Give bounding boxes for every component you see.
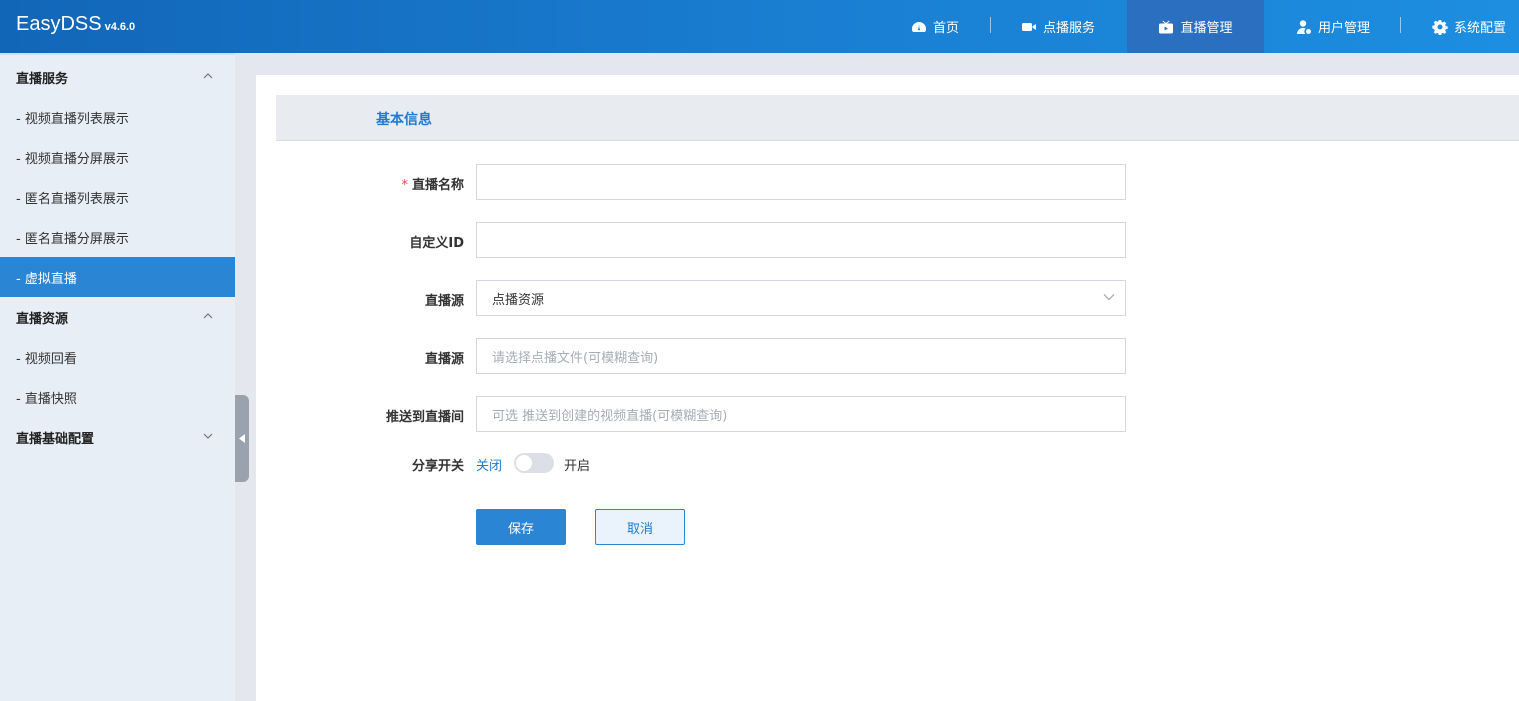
- vod-file-input[interactable]: 请选择点播文件(可模糊查询): [476, 338, 1126, 374]
- chevron-up-icon: [203, 73, 213, 79]
- toggle-knob: [516, 455, 532, 471]
- sidebar-item-label: - 视频直播分屏展示: [16, 151, 129, 167]
- sidebar-item-label: - 虚拟直播: [16, 271, 77, 287]
- sidebar-item-label: - 视频回看: [16, 351, 77, 367]
- brand-name: EasyDSS: [16, 13, 102, 35]
- share-toggle[interactable]: [514, 453, 554, 473]
- sidebar-item-label: - 视频直播列表展示: [16, 111, 129, 127]
- sidebar: 直播服务 - 视频直播列表展示 - 视频直播分屏展示 - 匿名直播列表展示 - …: [0, 53, 235, 701]
- user-settings-icon: [1296, 19, 1311, 34]
- sidebar-item-video-live-list[interactable]: - 视频直播列表展示: [0, 97, 235, 137]
- nav-home[interactable]: 首页: [905, 0, 965, 53]
- live-name-label: * 直播名称: [401, 174, 464, 193]
- sidebar-item-label: - 匿名直播列表展示: [16, 191, 129, 207]
- custom-id-label: 自定义ID: [409, 236, 464, 251]
- section-title: 基本信息: [376, 112, 432, 128]
- sidebar-group-live-resources[interactable]: 直播资源: [0, 297, 235, 337]
- top-header: EasyDSS v4.6.0 首页 点播服务 直播管理 用户管理 系统配置: [0, 0, 1519, 53]
- share-switch-label: 分享开关: [411, 459, 464, 474]
- nav-vod-service[interactable]: 点播服务: [1010, 0, 1106, 53]
- sidebar-group-live-base-config[interactable]: 直播基础配置: [0, 417, 235, 457]
- required-mark: *: [401, 178, 408, 193]
- vod-file-label: 直播源: [424, 352, 464, 367]
- nav-system-label: 系统配置: [1453, 21, 1506, 36]
- chevron-down-icon: [1103, 294, 1115, 301]
- sidebar-group-label: 直播服务: [16, 71, 69, 87]
- nav-live-label: 直播管理: [1180, 21, 1233, 36]
- caret-left-icon: [238, 434, 245, 443]
- sidebar-collapse-handle[interactable]: [235, 395, 249, 482]
- nav-user-management[interactable]: 用户管理: [1289, 0, 1377, 53]
- dashboard-icon: [911, 21, 926, 32]
- save-button[interactable]: 保存: [476, 509, 566, 545]
- custom-id-input[interactable]: [476, 222, 1126, 258]
- sidebar-item-video-playback[interactable]: - 视频回看: [0, 337, 235, 377]
- sidebar-group-label: 直播资源: [16, 311, 69, 327]
- live-source-select[interactable]: 点播资源: [476, 280, 1126, 316]
- sidebar-item-anon-live-list[interactable]: - 匿名直播列表展示: [0, 177, 235, 217]
- live-tv-icon: [1159, 20, 1174, 33]
- cancel-button[interactable]: 取消: [595, 509, 685, 545]
- version-label: v4.6.0: [104, 21, 136, 33]
- live-name-input[interactable]: [476, 164, 1126, 200]
- sidebar-item-video-live-split[interactable]: - 视频直播分屏展示: [0, 137, 235, 177]
- sidebar-group-live-service[interactable]: 直播服务: [0, 57, 235, 97]
- nav-user-label: 用户管理: [1317, 21, 1370, 36]
- sidebar-item-label: - 直播快照: [16, 391, 77, 407]
- push-to-live-label: 推送到直播间: [385, 410, 464, 425]
- main-content: 基本信息 * 直播名称 自定义ID 直播源 点播资源 直播源 请选择点播文件(可模…: [256, 75, 1519, 701]
- sidebar-item-anon-live-split[interactable]: - 匿名直播分屏展示: [0, 217, 235, 257]
- sidebar-item-label: - 匿名直播分屏展示: [16, 231, 129, 247]
- brand-logo[interactable]: EasyDSS v4.6.0: [16, 13, 135, 36]
- section-header: 基本信息: [276, 95, 1519, 141]
- nav-divider: [1400, 17, 1401, 33]
- live-source-selected-value: 点播资源: [492, 292, 545, 308]
- push-to-live-input[interactable]: 可选 推送到创建的视频直播(可模糊查询): [476, 396, 1126, 432]
- sidebar-item-virtual-live[interactable]: - 虚拟直播: [0, 257, 235, 297]
- chevron-down-icon: [203, 433, 213, 439]
- nav-live-management[interactable]: 直播管理: [1127, 0, 1264, 53]
- nav-divider: [990, 17, 991, 33]
- share-on-label[interactable]: 开启: [564, 455, 590, 474]
- nav-system-config[interactable]: 系统配置: [1425, 0, 1513, 53]
- nav-vod-label: 点播服务: [1042, 21, 1095, 36]
- nav-home-label: 首页: [932, 21, 959, 36]
- chevron-up-icon: [203, 313, 213, 319]
- live-name-label-text: 直播名称: [411, 178, 464, 193]
- live-source-label: 直播源: [424, 294, 464, 309]
- gear-icon: [1432, 19, 1448, 35]
- sidebar-item-live-snapshot[interactable]: - 直播快照: [0, 377, 235, 417]
- share-off-label[interactable]: 关闭: [476, 455, 502, 474]
- video-camera-icon: [1021, 22, 1036, 31]
- sidebar-group-label: 直播基础配置: [16, 431, 95, 447]
